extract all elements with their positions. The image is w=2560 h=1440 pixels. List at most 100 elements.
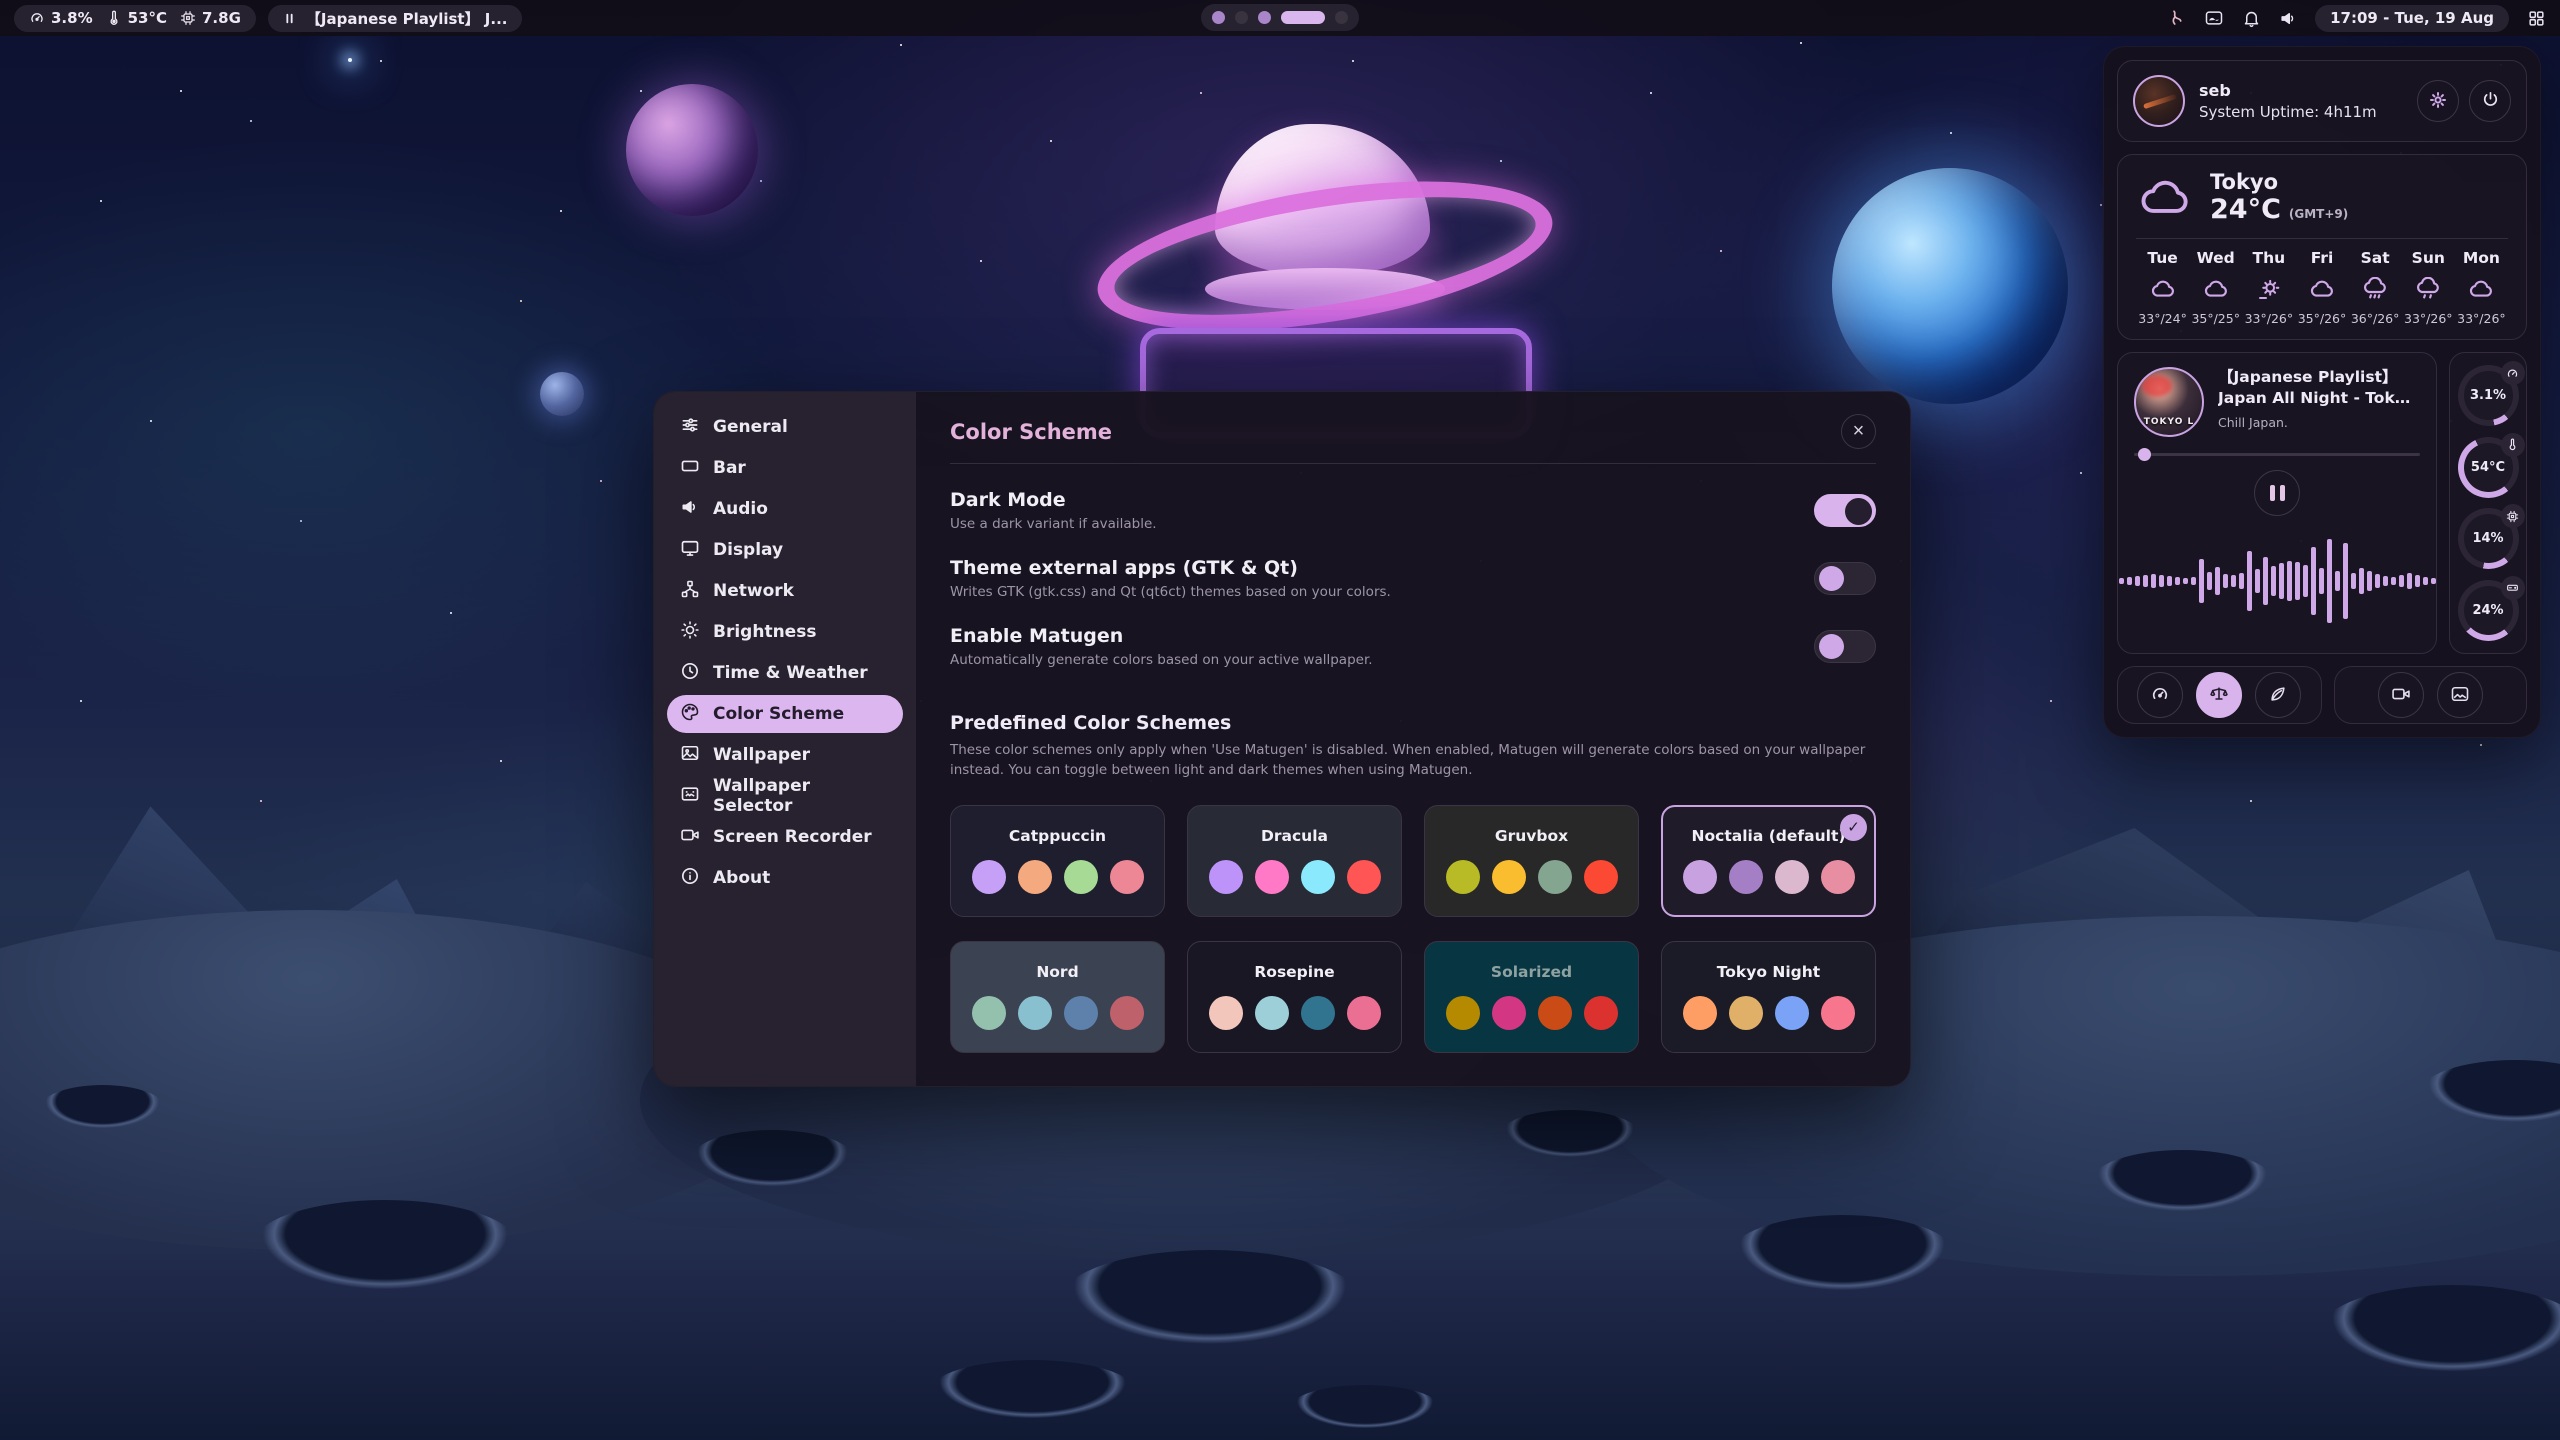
leaf-icon — [2268, 684, 2288, 707]
moon-crater — [930, 1360, 1135, 1422]
power-button[interactable] — [2469, 80, 2511, 122]
settings-window: General Bar Audio Display Network Bright… — [653, 391, 1911, 1087]
sidebar-item-audio[interactable]: Audio — [667, 490, 903, 528]
forecast-temps: 36°/26° — [2351, 311, 2400, 326]
progress-knob[interactable] — [2138, 448, 2151, 461]
powersaver-profile-button[interactable] — [2255, 672, 2301, 718]
forecast-day-name: Mon — [2463, 249, 2500, 267]
color-swatch — [1821, 860, 1855, 894]
toggle-title: Dark Mode — [950, 489, 1157, 511]
forecast-temps: 33°/24° — [2138, 311, 2187, 326]
theme-external-apps-toggle[interactable] — [1814, 562, 1876, 595]
volume-icon[interactable] — [2278, 8, 2298, 28]
sidebar-item-label: General — [713, 417, 788, 437]
dark-mode-toggle[interactable] — [1814, 494, 1876, 527]
balanced-profile-button[interactable] — [2196, 672, 2242, 718]
speedometer-icon — [2501, 361, 2525, 385]
color-swatch — [1492, 996, 1526, 1030]
disk-gauge: 24% — [2458, 580, 2519, 641]
user-card: seb System Uptime: 4h11m — [2117, 60, 2527, 142]
forecast-day-name: Sat — [2361, 249, 2390, 267]
color-swatch — [1821, 996, 1855, 1030]
workspace-dot-occupied[interactable] — [1258, 11, 1271, 24]
visualizer-bar — [2167, 576, 2172, 586]
scheme-name: Solarized — [1491, 963, 1572, 981]
overview-grid-icon[interactable] — [2526, 8, 2546, 28]
visualizer-bar — [2263, 557, 2268, 605]
media-pill[interactable]: 【Japanese Playlist】 J... — [268, 5, 523, 32]
disk-icon — [2501, 576, 2525, 600]
workspace-dot-empty[interactable] — [1235, 11, 1248, 24]
performance-profile-button[interactable] — [2137, 672, 2183, 718]
pause-button[interactable] — [2254, 470, 2300, 516]
sidebar-item-general[interactable]: General — [667, 408, 903, 446]
forecast-temps: 35°/26° — [2298, 311, 2347, 326]
clock-chip[interactable]: 17:09 - Tue, 19 Aug — [2315, 5, 2509, 32]
scheme-card-dracula[interactable]: Dracula — [1187, 805, 1402, 917]
sidebar-item-time-weather[interactable]: Time & Weather — [667, 654, 903, 692]
cloud-icon — [2201, 274, 2231, 304]
scheme-card-catppuccin[interactable]: Catppuccin — [950, 805, 1165, 917]
forecast-day: Sat 36°/26° — [2349, 249, 2402, 326]
forecast-temps: 33°/26° — [2457, 311, 2506, 326]
info-icon — [680, 866, 700, 891]
visualizer-bar — [2223, 574, 2228, 588]
audio-visualizer — [2134, 522, 2420, 639]
workspace-dot-occupied[interactable] — [1212, 11, 1225, 24]
enable-matugen-toggle[interactable] — [1814, 630, 1876, 663]
wallpaper-tray-icon[interactable] — [2204, 8, 2224, 28]
forecast-day: Wed 35°/25° — [2189, 249, 2242, 326]
scheme-name: Tokyo Night — [1717, 963, 1820, 981]
visualizer-bar — [2375, 574, 2380, 588]
sidebar-item-network[interactable]: Network — [667, 572, 903, 610]
scheme-name: Gruvbox — [1495, 827, 1568, 845]
bright-star — [348, 58, 352, 62]
sidebar-item-about[interactable]: About — [667, 859, 903, 897]
workspace-dot-active[interactable] — [1281, 11, 1325, 24]
settings-button[interactable] — [2417, 80, 2459, 122]
media-progress-bar[interactable] — [2134, 453, 2420, 456]
scheme-name: Noctalia (default) — [1692, 827, 1846, 845]
moon-crater — [1290, 1385, 1440, 1431]
screen-record-button[interactable] — [2378, 672, 2424, 718]
workspace-dot-empty[interactable] — [1335, 11, 1348, 24]
toggle-row-dark-mode: Dark Mode Use a dark variant if availabl… — [950, 489, 1876, 532]
color-swatch — [1209, 860, 1243, 894]
wallpaper-button[interactable] — [2437, 672, 2483, 718]
bell-icon[interactable] — [2241, 8, 2261, 28]
cpu-gauge: 3.1% — [2458, 365, 2519, 426]
forecast-day: Tue 33°/24° — [2136, 249, 2189, 326]
sidebar-item-wallpaper-selector[interactable]: Wallpaper Selector — [667, 777, 903, 815]
sidebar-item-bar[interactable]: Bar — [667, 449, 903, 487]
tray-app-icon[interactable] — [2167, 8, 2187, 28]
top-bar-right: 17:09 - Tue, 19 Aug — [2167, 5, 2546, 32]
color-swatch — [1584, 996, 1618, 1030]
scales-icon — [2209, 684, 2229, 707]
scheme-name: Nord — [1036, 963, 1078, 981]
scheme-card-tokyo-night[interactable]: Tokyo Night — [1661, 941, 1876, 1053]
scheme-card-gruvbox[interactable]: Gruvbox — [1424, 805, 1639, 917]
color-swatch — [1538, 860, 1572, 894]
scheme-card-noctalia[interactable]: ✓ Noctalia (default) — [1661, 805, 1876, 917]
sidebar-item-brightness[interactable]: Brightness — [667, 613, 903, 651]
close-icon[interactable]: × — [1841, 414, 1876, 449]
color-swatch — [1110, 996, 1144, 1030]
color-swatch — [1538, 996, 1572, 1030]
sidebar-item-display[interactable]: Display — [667, 531, 903, 569]
purple-planet-illustration — [626, 84, 758, 216]
forecast-day: Fri 35°/26° — [2295, 249, 2348, 326]
color-swatch — [972, 860, 1006, 894]
sidebar-item-color-scheme[interactable]: Color Scheme — [667, 695, 903, 733]
toggle-row-matugen: Enable Matugen Automatically generate co… — [950, 625, 1876, 668]
scheme-card-nord[interactable]: Nord — [950, 941, 1165, 1053]
hub-icon — [680, 579, 700, 604]
color-swatch — [1683, 860, 1717, 894]
thermometer-icon — [2501, 433, 2525, 457]
scheme-card-rosepine[interactable]: Rosepine — [1187, 941, 1402, 1053]
visualizer-bar — [2407, 573, 2412, 589]
visualizer-bar — [2215, 567, 2220, 595]
visualizer-bar — [2199, 559, 2204, 603]
sidebar-item-wallpaper[interactable]: Wallpaper — [667, 736, 903, 774]
sidebar-item-screen-recorder[interactable]: Screen Recorder — [667, 818, 903, 856]
scheme-card-solarized[interactable]: Solarized — [1424, 941, 1639, 1053]
